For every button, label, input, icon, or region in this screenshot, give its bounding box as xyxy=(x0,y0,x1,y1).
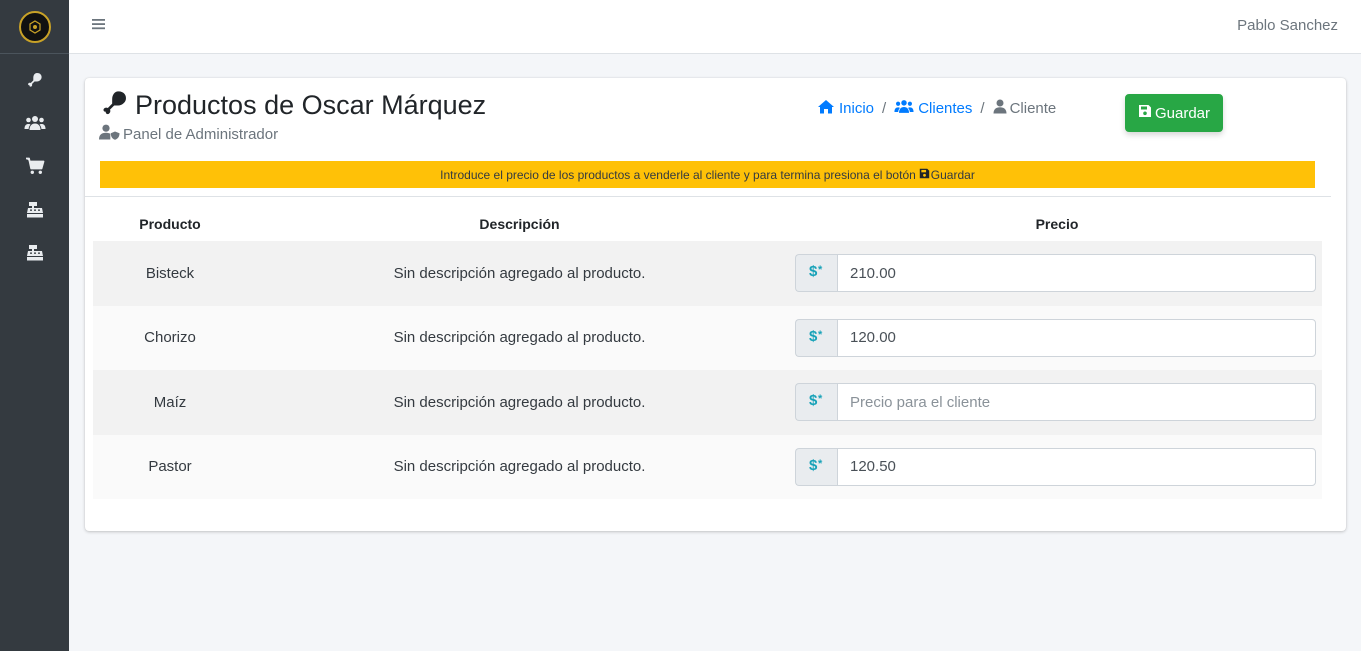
sidebar xyxy=(0,0,69,651)
price-input-group: $ * xyxy=(795,447,1316,486)
brand-logo[interactable] xyxy=(18,10,51,43)
breadcrumb-home-label[interactable]: Inicio xyxy=(839,100,874,117)
cash-register-icon xyxy=(26,201,44,223)
breadcrumb-separator: / xyxy=(882,100,887,117)
cash-register-icon xyxy=(26,244,44,266)
save-icon xyxy=(916,168,931,182)
product-description: Sin descripción agregado al producto. xyxy=(393,393,646,411)
subtitle-text: Panel de Administrador xyxy=(123,125,279,143)
product-name: Chorizo xyxy=(144,329,196,347)
table-row: Maíz Sin descripción agregado al product… xyxy=(93,370,1322,435)
svg-text:*: * xyxy=(818,264,823,276)
price-cell: $ * xyxy=(792,254,1322,293)
instructions-alert: Introduce el precio de los productos a v… xyxy=(100,161,1315,188)
header-price: Precio xyxy=(1035,215,1079,232)
svg-text:$: $ xyxy=(809,328,818,344)
home-icon xyxy=(817,99,839,118)
price-input-group: $ * xyxy=(795,318,1316,357)
dollar-asterisk-icon: $ * xyxy=(808,392,826,412)
hamburger-icon xyxy=(91,18,107,35)
products-card: Productos de Oscar Márquez Panel de Admi… xyxy=(85,78,1346,531)
table-row: Chorizo Sin descripción agregado al prod… xyxy=(93,305,1322,370)
save-button-label[interactable]: Guardar xyxy=(1155,105,1210,122)
dollar-asterisk-icon: $ * xyxy=(808,263,826,283)
breadcrumb-clients[interactable]: Clientes xyxy=(894,99,972,118)
price-prepend: $ * xyxy=(795,447,837,486)
product-description: Sin descripción agregado al producto. xyxy=(393,264,646,282)
sidebar-item-cash-register-2[interactable] xyxy=(0,233,69,276)
breadcrumb-current-label: Cliente xyxy=(1009,100,1057,117)
brand[interactable] xyxy=(0,0,69,54)
sidebar-item-cash-register[interactable] xyxy=(0,190,69,233)
products-table: Producto Descripción Precio Bisteck Sin … xyxy=(93,206,1322,499)
users-icon xyxy=(24,115,46,136)
breadcrumb: Inicio / Clientes / Cliente xyxy=(817,99,1056,118)
cart-icon xyxy=(25,157,45,180)
price-input[interactable] xyxy=(837,254,1316,293)
header-description: Descripción xyxy=(479,215,560,232)
product-name: Pastor xyxy=(148,458,192,476)
price-cell: $ * xyxy=(792,318,1322,357)
price-prepend: $ * xyxy=(795,383,837,422)
user-icon xyxy=(993,99,1010,118)
header-product: Producto xyxy=(139,215,201,232)
svg-text:*: * xyxy=(818,393,823,405)
alert-text: Introduce el precio de los productos a v… xyxy=(440,167,916,182)
menu-toggle-button[interactable] xyxy=(91,17,109,35)
drumstick-icon xyxy=(99,88,131,123)
page-subtitle: Panel de Administrador xyxy=(99,124,278,144)
user-name[interactable]: Pablo Sanchez xyxy=(1237,17,1338,34)
sidebar-item-products[interactable] xyxy=(0,61,69,104)
price-input-group: $ * xyxy=(795,383,1316,422)
product-description: Sin descripción agregado al producto. xyxy=(393,329,646,347)
price-prepend: $ * xyxy=(795,254,837,293)
product-name: Bisteck xyxy=(145,264,195,282)
price-prepend: $ * xyxy=(795,318,837,357)
divider xyxy=(85,196,1331,197)
price-input-group: $ * xyxy=(795,254,1316,293)
breadcrumb-current: Cliente xyxy=(993,99,1057,118)
dollar-asterisk-icon: $ * xyxy=(808,328,826,348)
drumstick-icon xyxy=(26,71,44,94)
page-header: Productos de Oscar Márquez xyxy=(99,88,486,123)
save-button[interactable]: Guardar xyxy=(1125,94,1223,132)
svg-text:$: $ xyxy=(809,263,818,279)
breadcrumb-clients-label[interactable]: Clientes xyxy=(918,100,972,117)
table-row: Pastor Sin descripción agregado al produ… xyxy=(93,434,1322,499)
table-header: Producto Descripción Precio xyxy=(93,206,1322,241)
sidebar-item-sales[interactable] xyxy=(0,147,69,190)
users-icon xyxy=(894,99,918,118)
breadcrumb-separator: / xyxy=(980,100,985,117)
product-description: Sin descripción agregado al producto. xyxy=(393,458,646,476)
alert-button-ref: Guardar xyxy=(930,167,975,182)
product-name: Maíz xyxy=(153,393,187,411)
save-icon xyxy=(1138,104,1155,122)
svg-text:$: $ xyxy=(809,392,818,408)
svg-text:*: * xyxy=(818,329,823,341)
table-row: Bisteck Sin descripción agregado al prod… xyxy=(93,241,1322,306)
price-cell: $ * xyxy=(792,383,1322,422)
user-shield-icon xyxy=(99,124,120,144)
price-input[interactable] xyxy=(837,318,1316,357)
svg-text:*: * xyxy=(818,458,823,470)
breadcrumb-home[interactable]: Inicio xyxy=(817,99,874,118)
page-title: Productos de Oscar Márquez xyxy=(135,90,487,120)
price-cell: $ * xyxy=(792,447,1322,486)
price-input[interactable] xyxy=(837,383,1316,422)
dollar-asterisk-icon: $ * xyxy=(808,457,826,477)
top-navbar: Pablo Sanchez xyxy=(69,0,1361,54)
price-input[interactable] xyxy=(837,447,1316,486)
sidebar-item-clients[interactable] xyxy=(0,104,69,147)
svg-text:$: $ xyxy=(809,457,818,473)
